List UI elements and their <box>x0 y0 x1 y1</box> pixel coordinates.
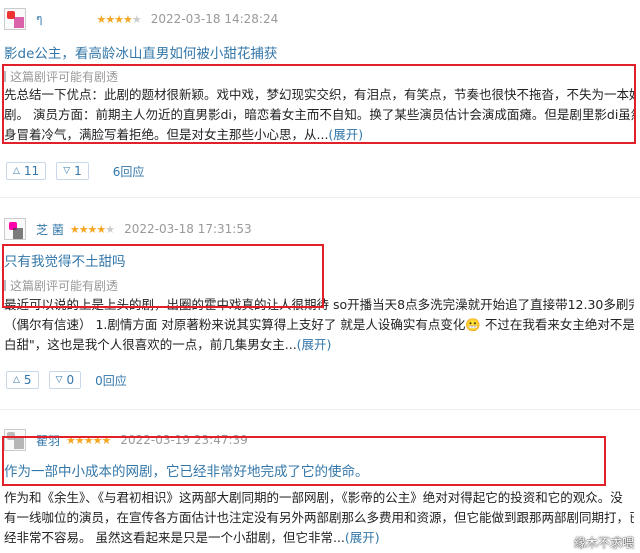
username[interactable]: ๆ <box>36 10 42 29</box>
rating-stars: ★★★★★ <box>66 433 111 447</box>
username[interactable]: 翟羽 <box>36 432 60 449</box>
upvote-button[interactable]: △ 11 <box>6 162 47 180</box>
downvote-icon: ▽ <box>55 375 63 385</box>
upvote-icon: △ <box>13 375 20 385</box>
expand-link[interactable]: (展开) <box>345 530 380 545</box>
user-avatar[interactable] <box>4 429 26 451</box>
review-meta: ๆ ★★★★★ 2022-03-18 14:28:24 <box>4 7 278 31</box>
expand-link[interactable]: (展开) <box>328 127 363 142</box>
spoiler-warning: 这篇剧评可能有剧透 <box>4 68 118 85</box>
reply-link[interactable]: 0回应 <box>95 372 127 389</box>
review-title[interactable]: 只有我觉得不土甜吗 <box>4 250 126 270</box>
review-meta: 翟羽 ★★★★★ 2022-03-19 23:47:39 <box>4 428 248 452</box>
review-date: 2022-03-19 23:47:39 <box>120 433 248 447</box>
review-actions: △ 11 ▽ 1 6回应 <box>6 162 144 180</box>
review-title[interactable]: 影de公主，看高龄冰山直男如何被小甜花捕获 <box>4 42 277 62</box>
downvote-icon: ▽ <box>63 166 71 176</box>
review-excerpt: 先总结一下优点：此剧的题材很新颖。戏中戏，梦幻现实交织，有泪点，有笑点，节奏也很… <box>4 87 634 142</box>
downvote-button[interactable]: ▽ 1 <box>56 162 89 180</box>
review-excerpt: 最近可以说的上是上头的剧，出圈的霍中戏真的让人很期待 so开播当天8点多洗完澡就… <box>4 297 634 352</box>
rating-stars: ★★★★★ <box>69 222 115 236</box>
upvote-button[interactable]: △ 5 <box>6 371 39 389</box>
review-date: 2022-03-18 14:28:24 <box>150 12 279 26</box>
username[interactable]: 芝 菌 <box>36 221 64 238</box>
review-meta: 芝 菌 ★★★★★ 2022-03-18 17:31:53 <box>4 217 252 241</box>
reply-link[interactable]: 6回应 <box>113 163 145 180</box>
rating-stars: ★★★★★ <box>96 12 141 26</box>
upvote-icon: △ <box>13 166 20 176</box>
divider <box>0 197 640 198</box>
divider <box>0 409 640 410</box>
downvote-button[interactable]: ▽ 0 <box>48 371 82 389</box>
review-date: 2022-03-18 17:31:53 <box>124 222 252 236</box>
watermark: 缘木不求喂 <box>573 536 634 550</box>
review-actions: △ 5 ▽ 0 0回应 <box>6 371 127 389</box>
expand-link[interactable]: (展开) <box>297 337 332 352</box>
review-excerpt: 作为和《余生》、《与君初相识》这两部大剧同期的一部网剧，《影帝的公主》绝对对得起… <box>4 490 634 545</box>
review-title[interactable]: 作为一部中小成本的网剧，它已经非常好地完成了它的使命。 <box>4 460 369 480</box>
user-avatar[interactable] <box>4 8 26 30</box>
spoiler-warning: 这篇剧评可能有剧透 <box>4 277 118 294</box>
user-avatar[interactable] <box>4 218 26 240</box>
